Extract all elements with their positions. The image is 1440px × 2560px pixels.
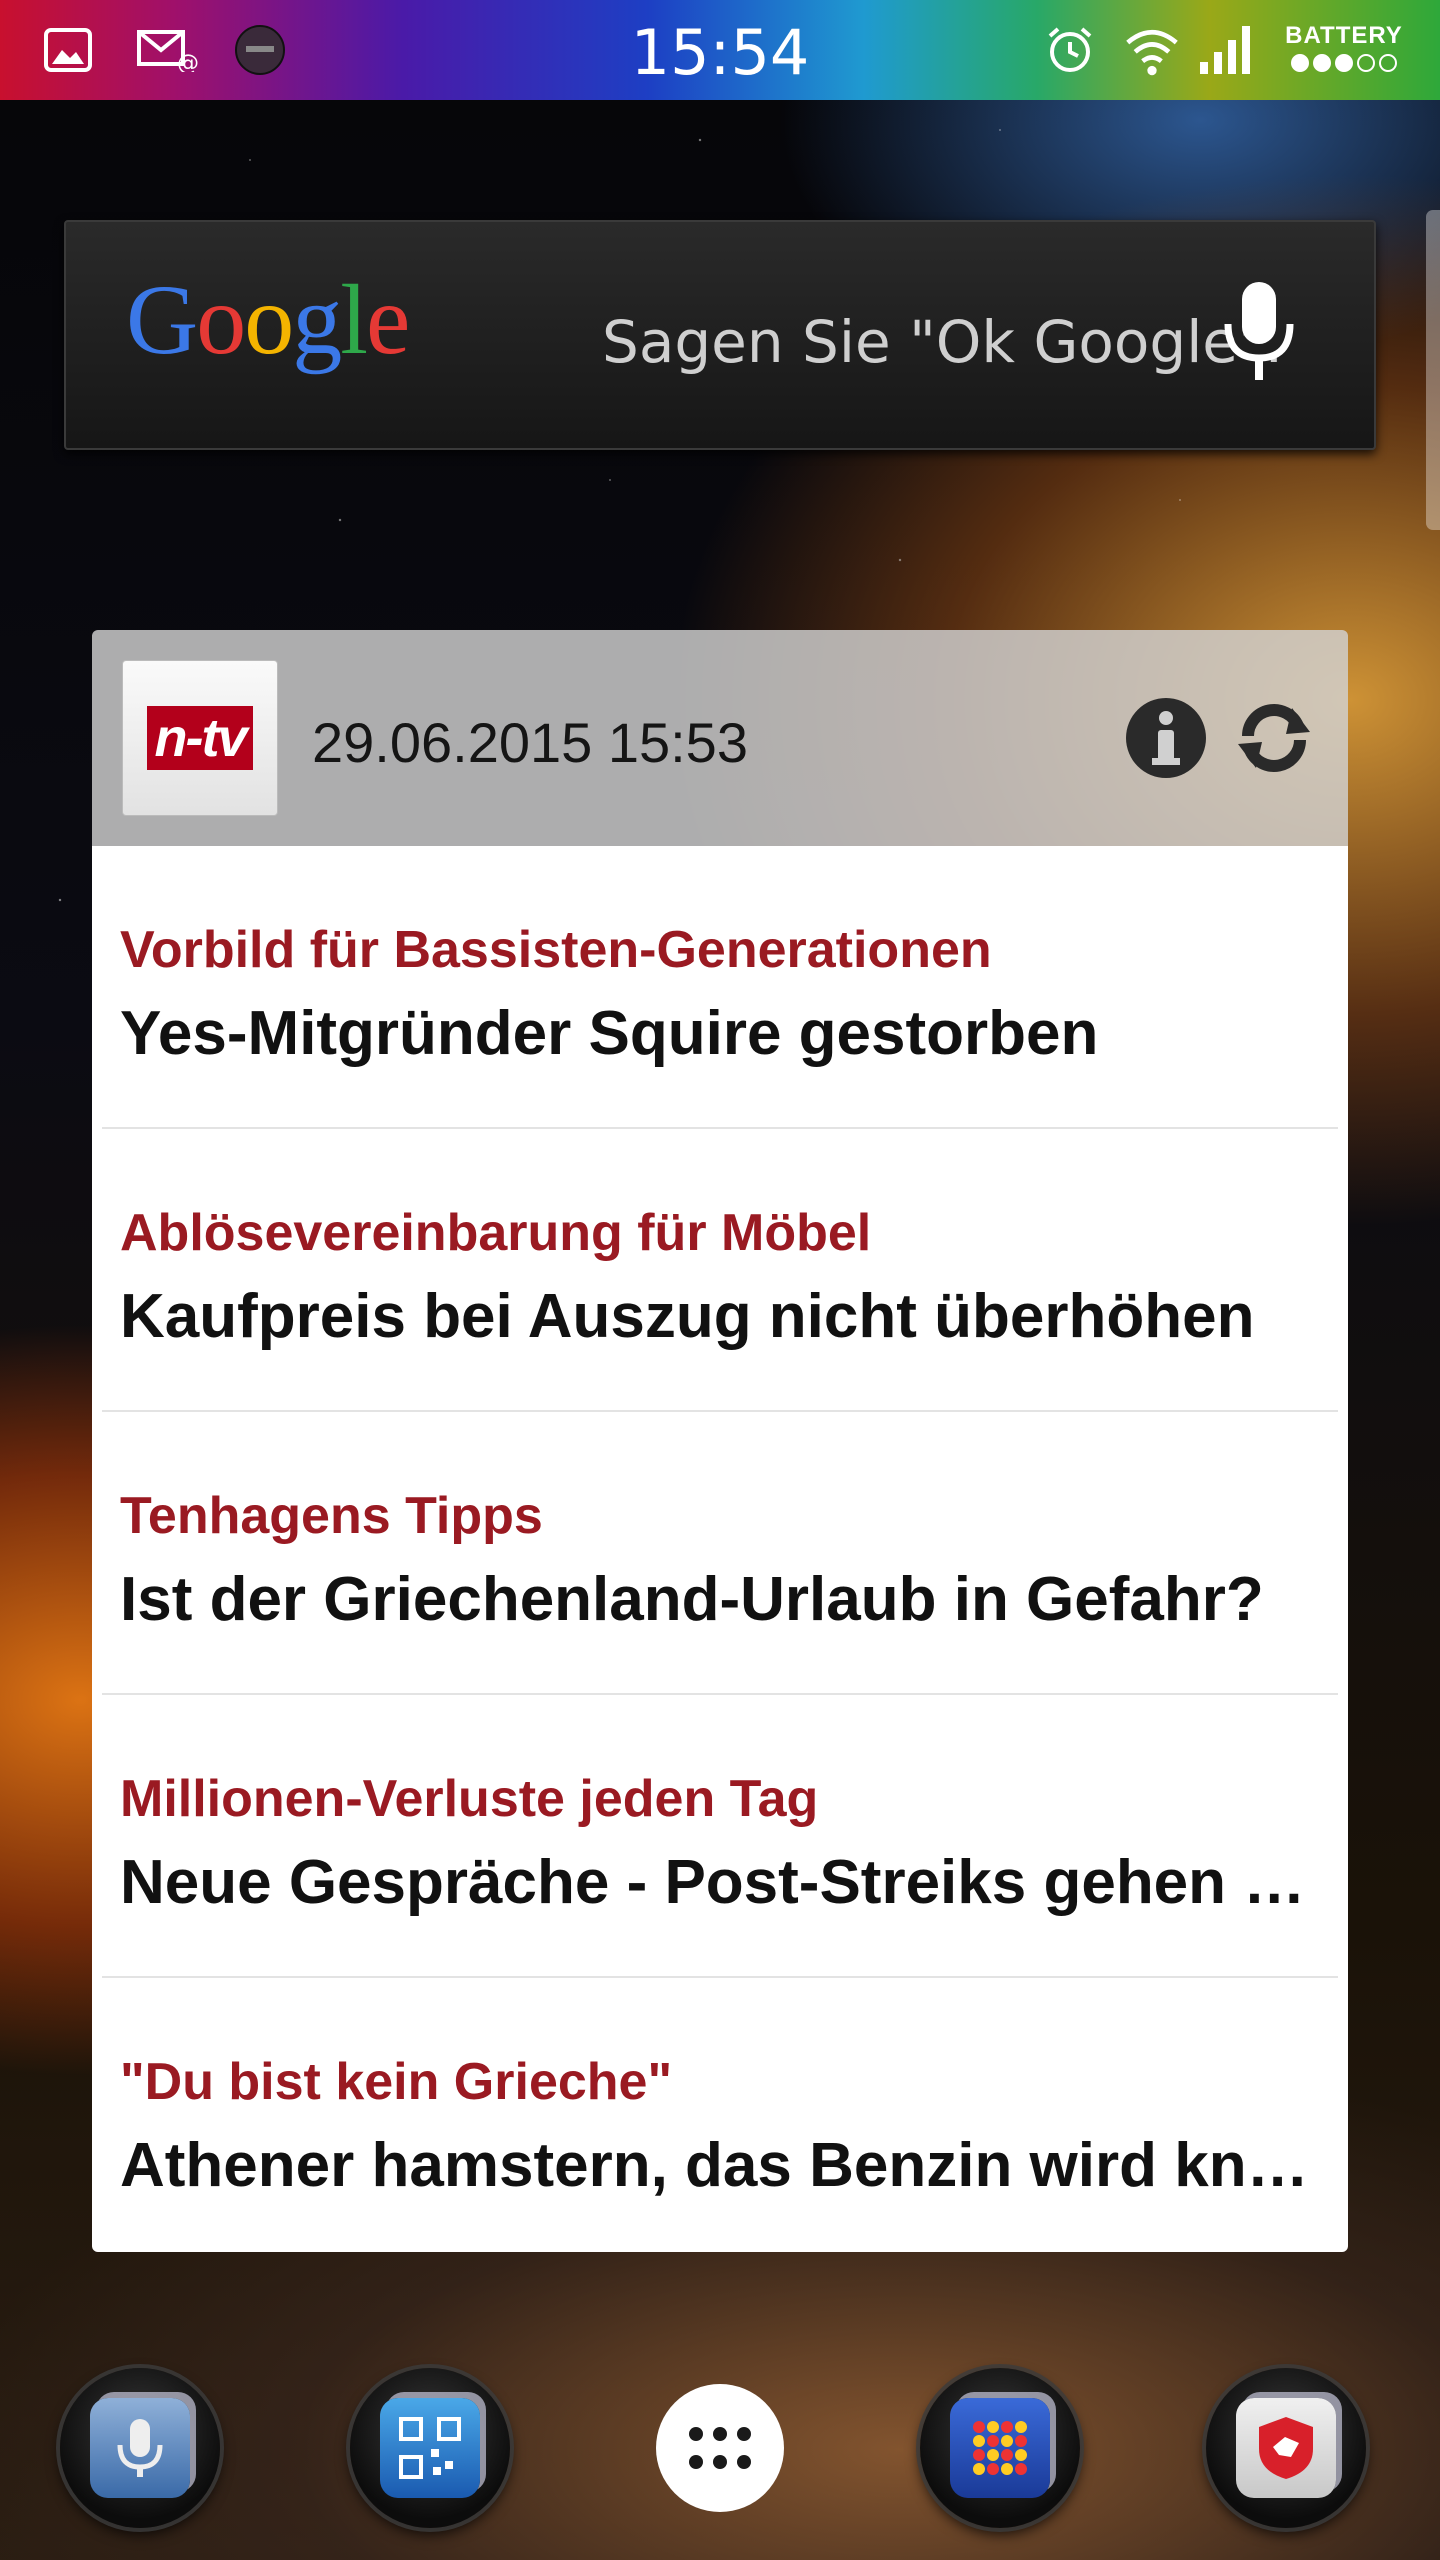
ntv-news-widget: n-tv 29.06.2015 15:53 Vorbild für Bassis… — [92, 630, 1348, 2252]
voice-folder-icon[interactable] — [60, 2368, 220, 2528]
google-logo: Google — [126, 264, 410, 375]
news-item[interactable]: "Du bist kein Grieche" Athener hamstern,… — [92, 1978, 1348, 2261]
search-hint[interactable]: Sagen Sie "Ok Google". — [602, 308, 1283, 376]
news-headline: Neue Gespräche - Post-Streiks gehen w… — [120, 1848, 1330, 1917]
news-kicker: "Du bist kein Grieche" — [120, 2053, 673, 2111]
news-item[interactable]: Vorbild für Bassisten-Generationen Yes-M… — [92, 846, 1348, 1129]
news-kicker: Tenhagens Tipps — [120, 1487, 543, 1545]
news-headline: Athener hamstern, das Benzin wird knapp — [120, 2131, 1330, 2200]
signal-icon — [1198, 22, 1254, 78]
news-headline: Ist der Griechenland-Urlaub in Gefahr? — [120, 1565, 1264, 1634]
news-item[interactable]: Ablösevereinbarung für Möbel Kaufpreis b… — [92, 1129, 1348, 1412]
ntv-logo[interactable]: n-tv — [122, 660, 278, 816]
news-item[interactable]: Millionen-Verluste jeden Tag Neue Gesprä… — [92, 1695, 1348, 1978]
security-folder-icon[interactable] — [1206, 2368, 1366, 2528]
google-search-widget[interactable]: Google Sagen Sie "Ok Google". — [64, 220, 1376, 450]
news-headline: Kaufpreis bei Auszug nicht überhöhen — [120, 1282, 1255, 1351]
refresh-icon[interactable] — [1232, 696, 1316, 780]
status-bar: @ 15:54 BATTERY — [0, 0, 1440, 100]
info-icon[interactable] — [1124, 696, 1208, 780]
qr-folder-icon[interactable] — [350, 2368, 510, 2528]
wifi-icon — [1124, 22, 1180, 78]
battery-indicator: BATTERY — [1284, 22, 1404, 72]
news-item[interactable]: Tenhagens Tipps Ist der Griechenland-Url… — [92, 1412, 1348, 1695]
news-headline: Yes-Mitgründer Squire gestorben — [120, 999, 1099, 1068]
widget-timestamp: 29.06.2015 15:53 — [312, 711, 748, 774]
news-kicker: Vorbild für Bassisten-Generationen — [120, 921, 992, 979]
news-list: Vorbild für Bassisten-Generationen Yes-M… — [92, 846, 1348, 2252]
news-kicker: Ablösevereinbarung für Möbel — [120, 1204, 872, 1262]
microphone-icon[interactable] — [1204, 272, 1314, 392]
news-kicker: Millionen-Verluste jeden Tag — [120, 1770, 819, 1828]
page-edge-indicator — [1426, 210, 1440, 530]
app-drawer-button[interactable] — [656, 2384, 784, 2512]
widget-header: n-tv 29.06.2015 15:53 — [92, 630, 1348, 846]
games-folder-icon[interactable] — [920, 2368, 1080, 2528]
alarm-icon — [1042, 22, 1098, 78]
